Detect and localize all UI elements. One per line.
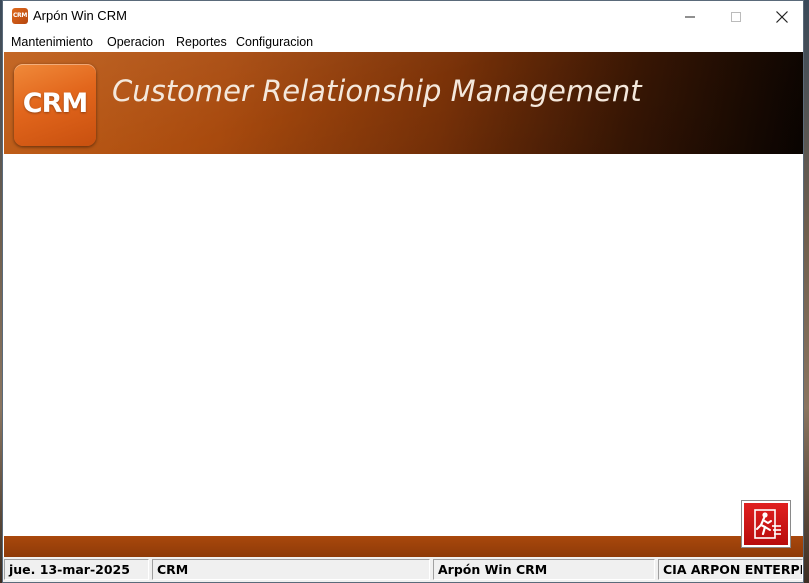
banner-title: Customer Relationship Management xyxy=(112,74,642,108)
minimize-button[interactable] xyxy=(667,1,713,32)
status-module: CRM xyxy=(152,559,430,580)
maximize-button[interactable] xyxy=(713,1,759,32)
app-icon: CRM xyxy=(12,8,28,24)
app-window: CRM Arpón Win CRM Mantenimiento Operacio… xyxy=(2,0,804,583)
crm-logo-text: CRM xyxy=(22,88,88,119)
status-bar: jue. 13-mar-2025 CRM Arpón Win CRM CIA A… xyxy=(3,557,803,582)
status-company: CIA ARPON ENTERPRISE xyxy=(658,559,803,580)
footer-bar xyxy=(4,536,803,557)
window-title: Arpón Win CRM xyxy=(33,8,127,23)
close-icon xyxy=(776,10,788,23)
menu-bar: Mantenimiento Operacion Reportes Configu… xyxy=(3,32,803,52)
exit-button-face xyxy=(744,503,788,545)
title-bar[interactable]: CRM Arpón Win CRM xyxy=(3,1,803,32)
crm-logo: CRM xyxy=(14,64,96,146)
menu-mantenimiento[interactable]: Mantenimiento xyxy=(11,34,93,50)
menu-reportes[interactable]: Reportes xyxy=(176,34,227,50)
exit-run-icon xyxy=(754,509,781,539)
status-date: jue. 13-mar-2025 xyxy=(4,559,149,580)
status-app-name: Arpón Win CRM xyxy=(433,559,655,580)
close-button[interactable] xyxy=(759,1,803,32)
main-content-area xyxy=(4,154,803,536)
exit-button[interactable] xyxy=(741,500,791,548)
menu-configuracion[interactable]: Configuracion xyxy=(236,34,313,50)
minimize-icon xyxy=(685,16,695,17)
menu-operacion[interactable]: Operacion xyxy=(107,34,165,50)
maximize-icon xyxy=(731,11,741,22)
header-banner: CRM Customer Relationship Management xyxy=(4,52,803,154)
